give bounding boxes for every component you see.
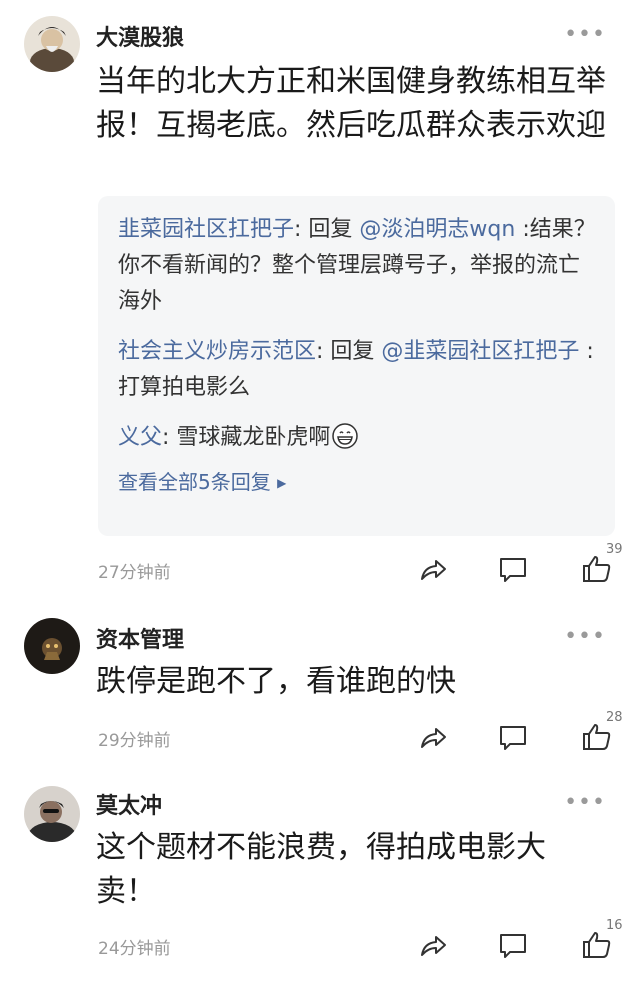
like-count: 39 [606,542,623,557]
timestamp: 29分钟前 [98,731,171,751]
avatar[interactable] [24,16,80,72]
username[interactable]: 大漠股狼 [96,20,184,52]
thumbs-up-icon[interactable] [580,928,614,962]
reply-separator: : 回复 [316,339,382,364]
view-all-replies-link[interactable]: 查看全部5条回复 ▶ [118,466,597,495]
reply-box: 韭菜园社区扛把子: 回复 @淡泊明志wqn :结果？你不看新闻的？整个管理层蹲号… [98,196,615,536]
reply-mention[interactable]: @淡泊明志wqn [359,217,515,242]
share-icon[interactable] [416,928,450,962]
thumbs-up-icon[interactable] [580,720,614,754]
more-icon[interactable]: ••• [564,792,606,814]
grin-emoji-icon [332,423,359,449]
more-icon[interactable]: ••• [564,626,606,648]
timestamp: 27分钟前 [98,563,171,583]
username[interactable]: 资本管理 [96,622,184,654]
avatar[interactable] [24,786,80,842]
reply-item[interactable]: 社会主义炒房示范区: 回复 @韭菜园社区扛把子 :打算拍电影么 [118,334,597,406]
comment-text: 这个题材不能浪费，得拍成电影大卖！ [96,830,546,909]
share-icon[interactable] [416,720,450,754]
comment-icon[interactable] [496,552,530,586]
comment-text: 当年的北大方正和米国健身教练相互举报！互揭老底。然后吃瓜群众表示欢迎 [96,64,606,143]
reply-separator: : 回复 [294,217,360,242]
reply-separator: : [162,425,177,450]
comment-meta: 27分钟前 39 [0,542,640,588]
reply-author[interactable]: 义父 [118,425,162,450]
reply-mention[interactable]: @韭菜园社区扛把子 [381,339,579,364]
comment-text: 跌停是跑不了，看谁跑的快 [96,664,456,699]
comment-meta: 29分钟前 28 [0,710,640,756]
like-count: 28 [606,710,623,725]
thumbs-up-icon[interactable] [580,552,614,586]
reply-text: 雪球藏龙卧虎啊 [176,425,331,450]
comment-meta: 24分钟前 16 [0,918,640,964]
reply-item[interactable]: 义父: 雪球藏龙卧虎啊 [118,420,597,456]
username[interactable]: 莫太冲 [96,788,162,820]
timestamp: 24分钟前 [98,939,171,959]
reply-item[interactable]: 韭菜园社区扛把子: 回复 @淡泊明志wqn :结果？你不看新闻的？整个管理层蹲号… [118,212,597,320]
more-icon[interactable]: ••• [564,24,606,46]
share-icon[interactable] [416,552,450,586]
avatar[interactable] [24,618,80,674]
comment-icon[interactable] [496,720,530,754]
triangle-right-icon: ▶ [277,476,287,490]
reply-author[interactable]: 韭菜园社区扛把子 [118,217,294,242]
like-count: 16 [606,918,623,933]
view-all-label[interactable]: 查看全部5条回复 [118,470,271,494]
reply-author[interactable]: 社会主义炒房示范区 [118,339,316,364]
comment-icon[interactable] [496,928,530,962]
